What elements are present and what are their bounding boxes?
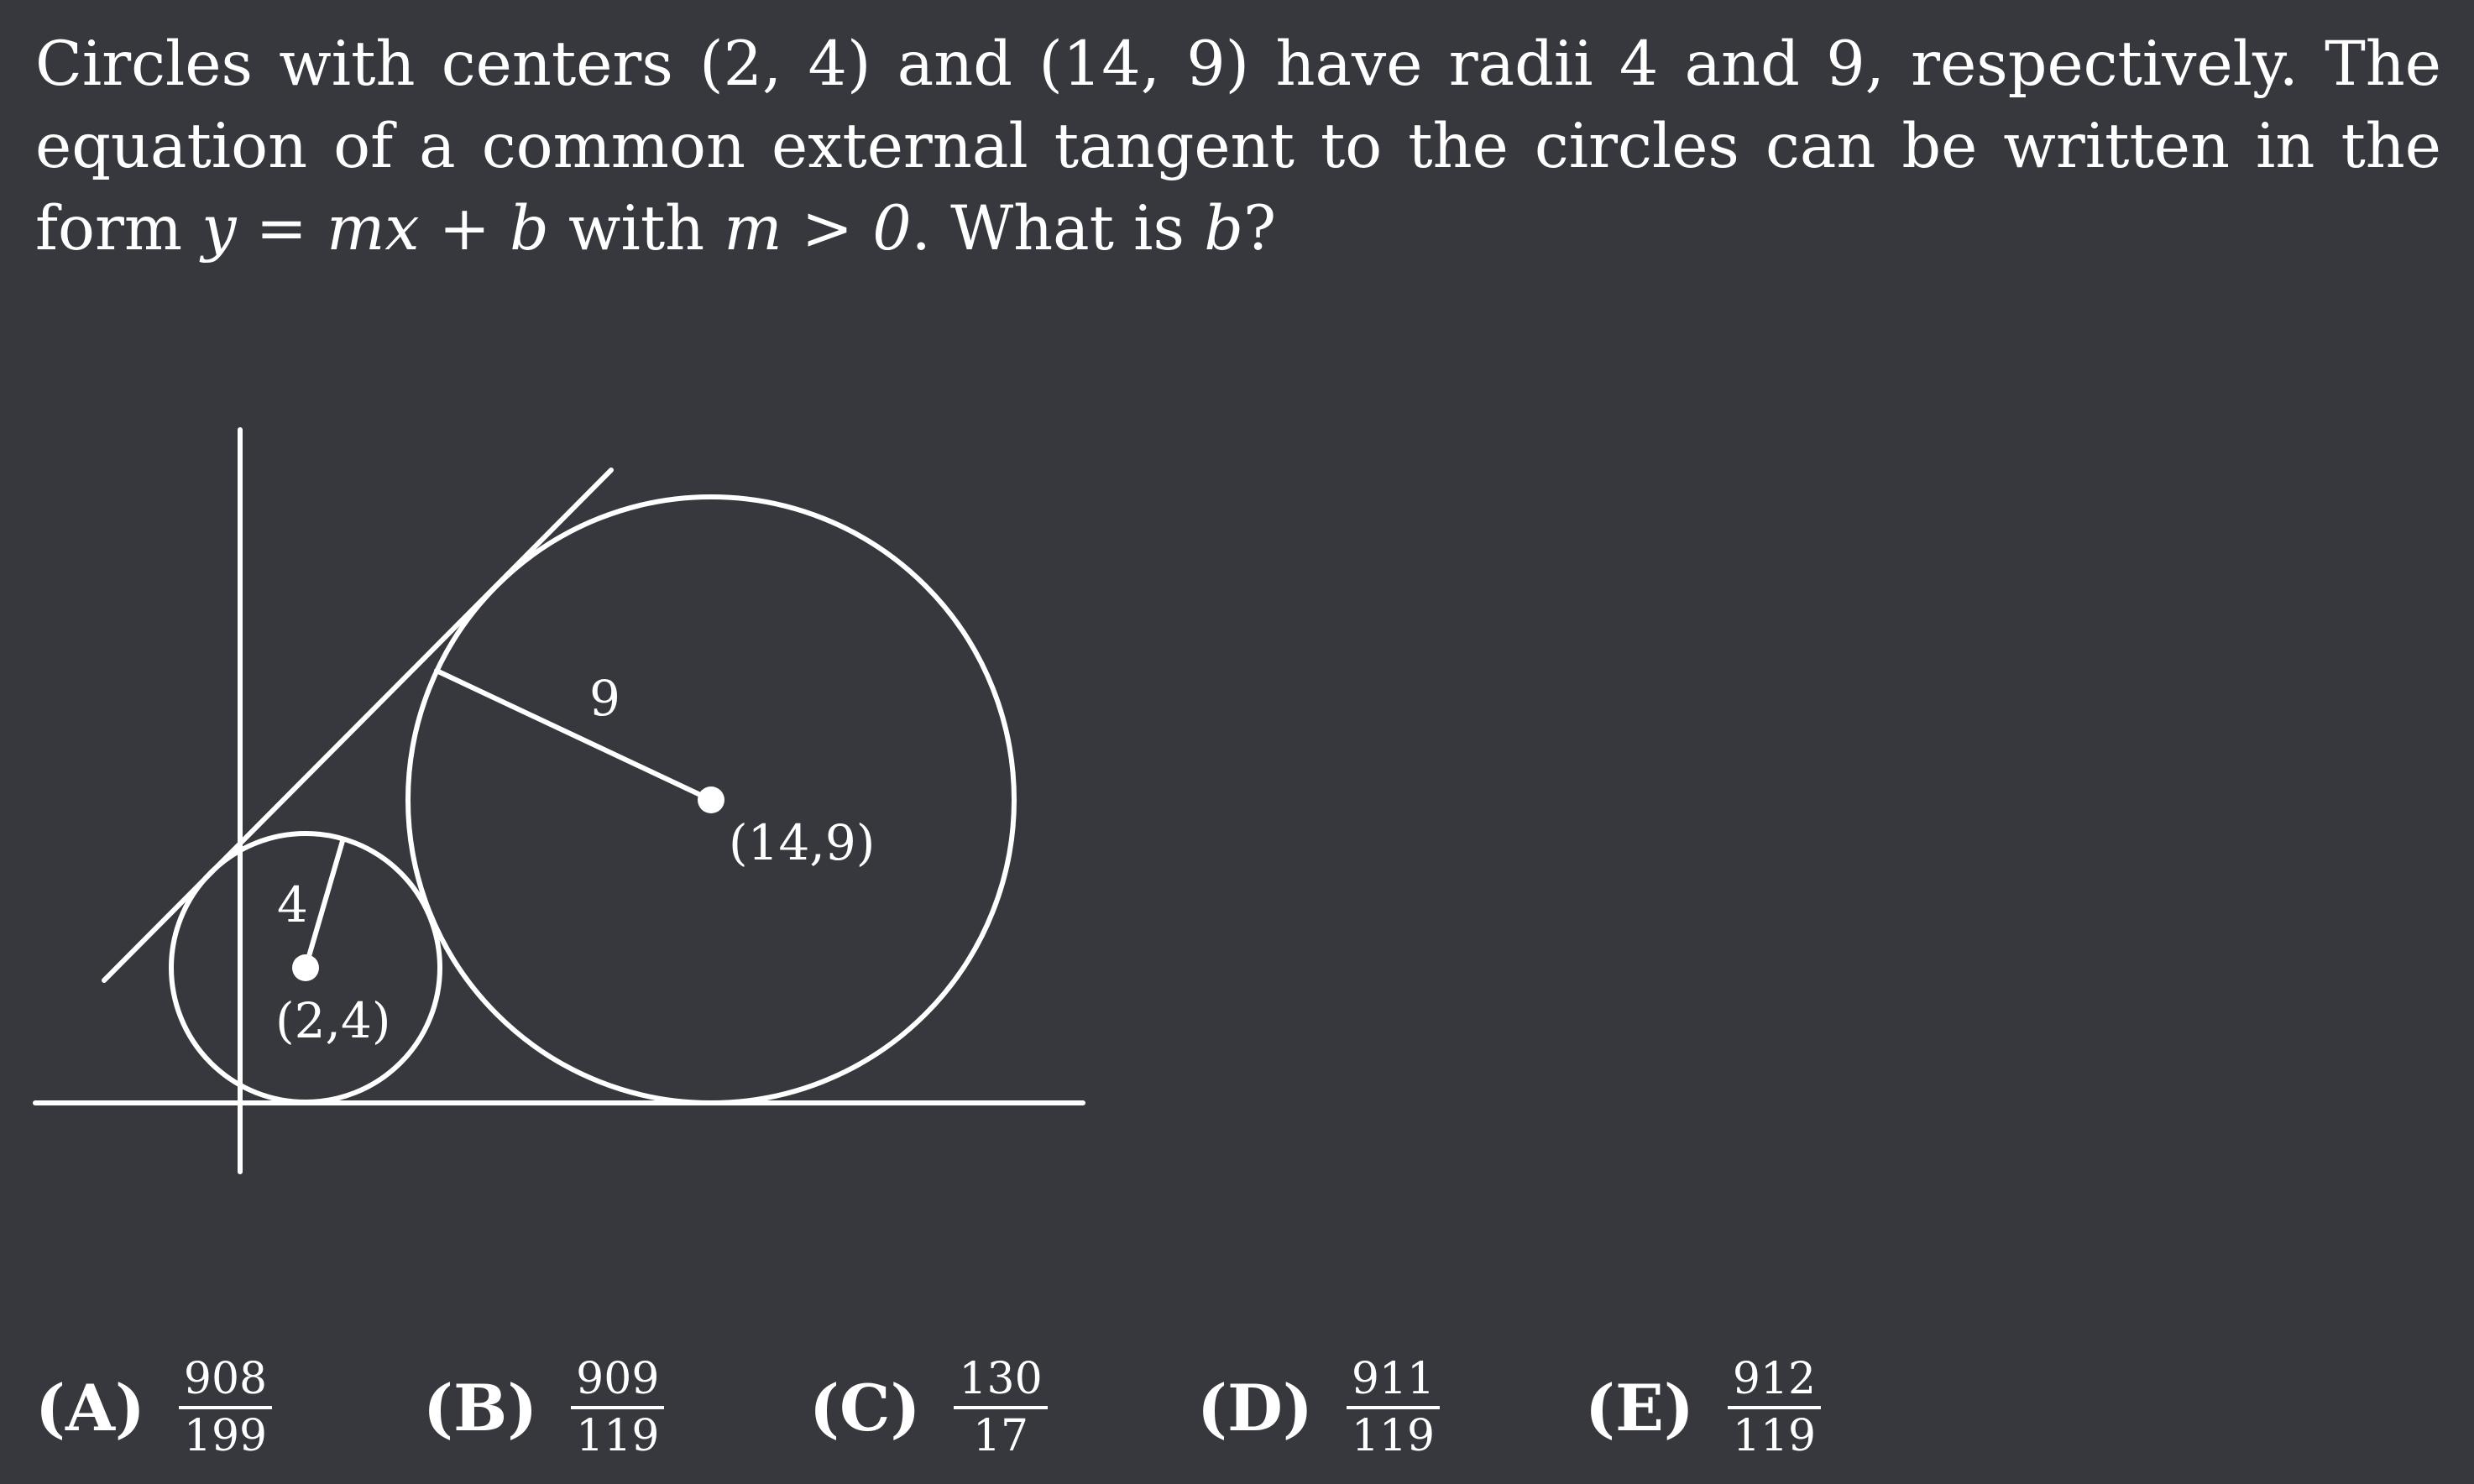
small-center-label: (2,4): [275, 992, 391, 1049]
choice-b[interactable]: (B) 909 119: [423, 1353, 665, 1462]
choice-a-fraction: 908 199: [178, 1356, 273, 1461]
choice-a-numerator: 908: [178, 1356, 273, 1409]
choice-b-letter: (B): [423, 1370, 538, 1445]
large-center-point: [698, 786, 724, 813]
choice-d-fraction: 911 119: [1346, 1356, 1441, 1461]
choice-c-denominator: 17: [972, 1411, 1029, 1461]
tangent-line: [102, 468, 614, 983]
choice-d-letter: (D): [1197, 1370, 1313, 1445]
small-radius-label: 4: [277, 876, 308, 933]
choice-d-denominator: 119: [1351, 1411, 1436, 1461]
choice-a-denominator: 199: [183, 1411, 268, 1461]
choice-e-fraction: 912 119: [1727, 1356, 1822, 1461]
choice-c-numerator: 130: [954, 1356, 1048, 1409]
large-radius-segment: [434, 668, 714, 802]
choice-e-numerator: 912: [1727, 1356, 1822, 1409]
choice-e[interactable]: (E) 912 119: [1585, 1353, 1822, 1462]
choice-d[interactable]: (D) 911 119: [1197, 1353, 1441, 1462]
choice-c-letter: (C): [809, 1370, 921, 1445]
choice-b-denominator: 119: [576, 1411, 660, 1461]
small-radius-segment: [303, 839, 345, 970]
choice-b-numerator: 909: [571, 1356, 665, 1409]
choice-e-letter: (E): [1585, 1370, 1694, 1445]
choice-e-denominator: 119: [1732, 1411, 1817, 1461]
large-center-label: (14,9): [729, 814, 875, 871]
choice-b-fraction: 909 119: [571, 1356, 665, 1461]
choice-a[interactable]: (A) 908 199: [35, 1353, 273, 1462]
small-center-point: [292, 954, 319, 981]
choice-c[interactable]: (C) 130 17: [809, 1353, 1048, 1462]
choice-c-fraction: 130 17: [954, 1356, 1048, 1461]
choice-d-numerator: 911: [1346, 1356, 1441, 1409]
choice-a-letter: (A): [35, 1370, 145, 1445]
circles-diagram: 4 9 (2,4) (14,9): [33, 427, 1085, 1174]
large-radius-label: 9: [589, 670, 620, 727]
